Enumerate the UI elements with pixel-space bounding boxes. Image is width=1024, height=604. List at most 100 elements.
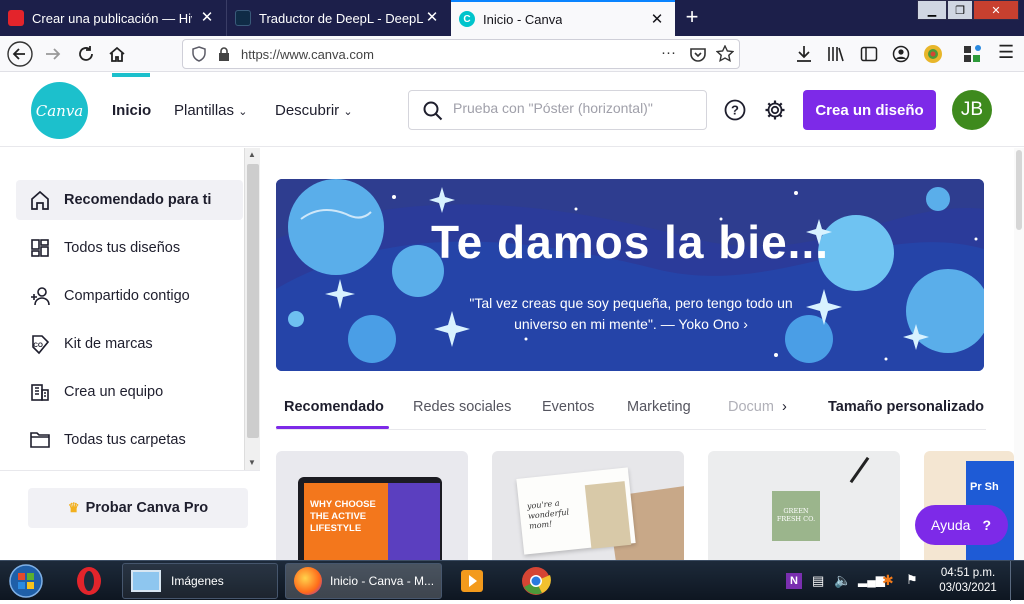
help-button[interactable]: Ayuda ?	[915, 505, 1008, 545]
url-text[interactable]: https://www.canva.com	[241, 47, 374, 62]
hero-banner[interactable]: Te damos la bie... "Tal vez creas que so…	[276, 179, 984, 371]
canva-logo[interactable]: Canva	[31, 82, 88, 139]
sidebar-item-todos-disenos[interactable]: Todos tus diseños	[16, 228, 243, 268]
search-icon	[423, 101, 443, 126]
sidebar-scrollbar[interactable]: ▲ ▼	[244, 148, 260, 470]
card-photo	[584, 481, 632, 549]
create-design-button[interactable]: Crea un diseño	[803, 90, 936, 130]
canva-header: Canva Inicio Plantillas ⌄ Descubrir ⌄ ? …	[0, 73, 1024, 147]
search-input[interactable]	[453, 100, 693, 116]
close-icon[interactable]: ✕	[649, 12, 665, 28]
clock-time: 04:51 p.m.	[940, 567, 996, 579]
downloads-icon[interactable]	[795, 45, 813, 68]
tab-deepl[interactable]: Traductor de DeepL - DeepL Tr ✕	[226, 0, 450, 36]
extensions-puzzle-icon[interactable]	[962, 44, 982, 69]
template-card-mom[interactable]: you're a wonderful mom!	[492, 451, 684, 560]
new-tab-plus-icon[interactable]: +	[680, 5, 704, 29]
antivirus-tray-icon[interactable]: ✱	[882, 572, 894, 589]
minimize-icon[interactable]: ▁	[917, 0, 947, 20]
settings-gear-icon[interactable]	[764, 99, 786, 126]
reload-icon[interactable]	[73, 42, 99, 66]
custom-size-button[interactable]: Tamaño personalizado	[828, 399, 984, 415]
start-button[interactable]	[6, 563, 46, 599]
window-close-icon[interactable]: ✕	[973, 0, 1019, 20]
sidebar-item-kit-marcas[interactable]: CO. Kit de marcas	[16, 324, 243, 364]
system-clock[interactable]: 04:51 p.m. 03/03/2021	[936, 566, 1000, 596]
sidebar-item-carpetas[interactable]: Todas tus carpetas	[16, 420, 243, 460]
main-scroll-thumb[interactable]	[1016, 150, 1022, 230]
sidebar-divider	[0, 470, 260, 471]
windows-taskbar: Imágenes Inicio - Canva - M... N ▤ 🔈 ▂▄▆…	[0, 560, 1024, 601]
clipboard-tray-icon[interactable]: ▤	[812, 573, 824, 589]
nav-plantillas[interactable]: Plantillas ⌄	[174, 102, 247, 119]
tab-marketing[interactable]: Marketing	[627, 399, 691, 415]
menu-icon[interactable]: ☰	[998, 42, 1014, 63]
sidebar-item-crea-equipo[interactable]: Crea un equipo	[16, 372, 243, 412]
sidebar-item-recomendado[interactable]: Recomendado para ti	[16, 180, 243, 220]
avatar[interactable]: JB	[952, 90, 992, 130]
scroll-up-icon[interactable]: ▲	[248, 150, 256, 159]
category-tabs: Recomendado Redes sociales Eventos Marke…	[276, 390, 986, 430]
chevron-right-icon[interactable]: ›	[782, 399, 787, 415]
library-icon[interactable]	[827, 45, 845, 68]
crown-icon: ♛	[67, 500, 80, 515]
nav-descubrir[interactable]: Descubrir ⌄	[275, 102, 353, 119]
opera-icon[interactable]	[72, 565, 106, 597]
taskbar-app-firefox[interactable]: Inicio - Canva - M...	[285, 563, 442, 599]
browser-navigation-bar: https://www.canva.com ··· ☰	[0, 36, 1024, 72]
close-icon[interactable]: ✕	[424, 10, 440, 26]
banner-title: Te damos la bie...	[430, 216, 830, 268]
back-icon[interactable]	[7, 41, 33, 67]
tab-eventos[interactable]: Eventos	[542, 399, 594, 415]
nav-inicio[interactable]: Inicio	[112, 102, 151, 119]
banner-quote[interactable]: "Tal vez creas que soy pequeña, pero ten…	[446, 293, 816, 335]
account-icon[interactable]	[892, 45, 910, 68]
tab-hive[interactable]: Crear una publicación — Hive ✕	[0, 0, 225, 36]
url-bar[interactable]: https://www.canva.com ···	[182, 39, 740, 69]
extension-chrome-icon[interactable]	[923, 44, 943, 69]
search-box[interactable]	[408, 90, 707, 130]
maximize-icon[interactable]: ❐	[947, 0, 973, 20]
shield-icon[interactable]	[191, 46, 207, 67]
bookmark-star-icon[interactable]	[715, 44, 735, 68]
try-canva-pro-button[interactable]: ♛ Probar Canva Pro	[28, 488, 248, 528]
users-icon	[28, 284, 52, 308]
media-player-icon[interactable]	[457, 566, 487, 596]
page-actions-icon[interactable]: ···	[661, 44, 676, 61]
main-scrollbar[interactable]	[1014, 148, 1024, 560]
card-text: WHY CHOOSE THE ACTIVE LIFESTYLE	[310, 499, 376, 534]
pocket-icon[interactable]	[689, 46, 707, 69]
chrome-icon[interactable]	[520, 565, 552, 597]
action-center-flag-icon[interactable]: ⚑	[906, 572, 918, 588]
show-desktop-button[interactable]	[1010, 561, 1024, 601]
template-card-lifestyle[interactable]: WHY CHOOSE THE ACTIVE LIFESTYLE	[276, 451, 468, 560]
tab-documentos[interactable]: Docum	[728, 399, 774, 415]
tab-canva[interactable]: C Inicio - Canva ✕	[451, 0, 675, 36]
forward-icon[interactable]	[40, 42, 66, 66]
tab-redes-sociales[interactable]: Redes sociales	[413, 399, 511, 415]
sidebar-toggle-icon[interactable]	[860, 45, 878, 68]
network-tray-icon[interactable]: ▂▄▆	[858, 573, 885, 587]
sidebar-scroll-thumb[interactable]	[247, 164, 259, 438]
volume-tray-icon[interactable]: 🔈	[834, 572, 851, 589]
help-question-icon: ?	[982, 517, 992, 533]
svg-text:CO.: CO.	[33, 342, 45, 349]
taskbar-app-imagenes[interactable]: Imágenes	[122, 563, 278, 599]
tab-recomendado[interactable]: Recomendado	[284, 399, 384, 415]
close-icon[interactable]: ✕	[199, 10, 215, 26]
template-card-green-fresh[interactable]: GREEN FRESH CO.	[708, 451, 900, 560]
tab-title: Inicio - Canva	[483, 11, 563, 27]
home-icon	[28, 188, 52, 212]
tab-title: Crear una publicación — Hive	[32, 10, 192, 26]
sidebar-item-compartido[interactable]: Compartido contigo	[16, 276, 243, 316]
scroll-down-icon[interactable]: ▼	[248, 458, 256, 467]
hive-favicon-icon	[8, 10, 24, 26]
lock-icon[interactable]	[217, 46, 231, 67]
logo-text: Canva	[35, 101, 84, 120]
sidebar-item-label: Kit de marcas	[64, 336, 153, 352]
tab-title: Traductor de DeepL - DeepL Tr	[259, 10, 424, 26]
help-icon[interactable]: ?	[724, 99, 746, 126]
onenote-tray-icon[interactable]: N	[786, 573, 802, 589]
chevron-down-icon: ⌄	[238, 106, 248, 118]
home-icon[interactable]	[104, 42, 130, 66]
